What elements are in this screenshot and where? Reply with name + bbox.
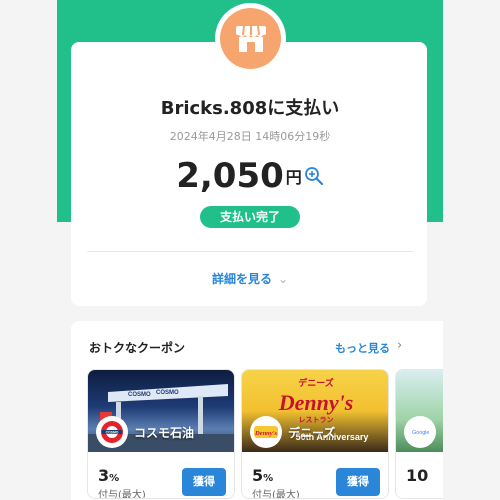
coupon-percent-unit: %	[263, 473, 274, 484]
get-coupon-button[interactable]: 獲得	[336, 468, 380, 496]
coupon-section: おトクなクーポン もっと見る › COSMO COSMO COSMO コスモ石油…	[71, 321, 443, 500]
coupon-merchant-name: コスモ石油	[134, 426, 195, 440]
payment-amount: 2,050	[176, 156, 284, 196]
zoom-in-icon[interactable]	[304, 166, 324, 186]
coupon-percent: 10	[406, 466, 429, 485]
coupon-card-cosmo[interactable]: COSMO COSMO COSMO コスモ石油 3% 付与(最大) 獲得	[87, 369, 235, 499]
dennys-logo-text: Denny's	[254, 430, 278, 437]
status-badge: 支払い完了	[200, 206, 300, 228]
google-logo: Google	[404, 416, 436, 448]
google-logo-text: Google	[412, 430, 429, 436]
divider	[87, 251, 413, 252]
more-coupons-link[interactable]: もっと見る	[335, 340, 390, 356]
coupon-card-google[interactable]: Google 10	[395, 369, 443, 499]
coupon-merchant-name: デニーズ	[288, 426, 336, 440]
coupon-card-dennys[interactable]: デニーズ Denny's レストラン 50th Anniversary Denn…	[241, 369, 389, 499]
store-icon	[220, 8, 281, 69]
dennys-logo: Denny's	[250, 416, 282, 448]
currency-label: 円	[285, 168, 302, 187]
merchant-title: Bricks.808に支払い	[160, 98, 340, 119]
chevron-right-icon[interactable]: ›	[397, 338, 402, 353]
details-link[interactable]: 詳細を見る ⌄	[57, 270, 443, 287]
details-link-label: 詳細を見る	[211, 272, 272, 286]
banner-main-text: Denny's	[278, 390, 354, 415]
coupon-percent: 5%	[252, 466, 273, 485]
banner-text-2: COSMO	[156, 390, 179, 396]
coupon-percent-unit: %	[109, 473, 120, 484]
coupon-percent: 3%	[98, 466, 119, 485]
get-coupon-button[interactable]: 獲得	[182, 468, 226, 496]
coupon-section-title: おトクなクーポン	[89, 341, 186, 355]
banner-top-text: デニーズ	[298, 377, 334, 389]
chevron-down-icon: ⌄	[277, 272, 289, 286]
cosmo-logo: COSMO	[96, 416, 128, 448]
coupon-note: 付与(最大)	[252, 490, 300, 499]
amount-row: 2,050 円	[57, 156, 443, 196]
coupon-percent-value: 3	[98, 466, 110, 485]
payment-screen: Bricks.808に支払い 2024年4月28日 14時06分19秒 2,05…	[57, 0, 443, 500]
banner-sub-text: レストラン	[299, 416, 334, 424]
cosmo-logo-text: COSMO	[106, 430, 119, 434]
coupon-percent-value: 5	[252, 466, 264, 485]
payment-datetime: 2024年4月28日 14時06分19秒	[169, 130, 331, 143]
coupon-note: 付与(最大)	[98, 490, 146, 499]
banner-text-1: COSMO	[128, 392, 151, 398]
